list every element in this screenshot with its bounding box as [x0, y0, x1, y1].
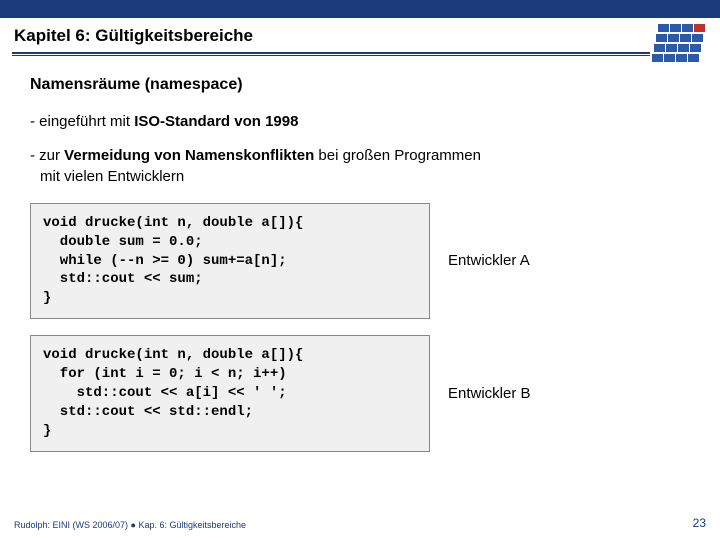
logo-cell [652, 54, 663, 62]
code-row-a: void drucke(int n, double a[]){ double s… [30, 203, 690, 319]
logo-cell [682, 24, 693, 32]
page-number: 23 [693, 516, 706, 530]
logo-cell [664, 54, 675, 62]
logo-cell [656, 34, 667, 42]
code-block-b: void drucke(int n, double a[]){ for (int… [30, 335, 430, 451]
section-heading: Namensräume (namespace) [30, 76, 690, 94]
footer-left-text: Rudolph: EINI (WS 2006/07) ● Kap. 6: Gül… [14, 520, 246, 530]
logo-cell [680, 34, 691, 42]
footer: Rudolph: EINI (WS 2006/07) ● Kap. 6: Gül… [14, 516, 706, 530]
logo-cell [676, 54, 687, 62]
content-area: Namensräume (namespace) - eingeführt mit… [30, 76, 690, 500]
logo-cell [666, 44, 677, 52]
bullet-2-rest-line1: bei großen Programmen [314, 147, 481, 164]
bullet-2-rest-line2: mit vielen Entwicklern [30, 167, 690, 187]
developer-label-a: Entwickler A [448, 252, 530, 269]
logo-cell [670, 24, 681, 32]
logo-cell [688, 54, 699, 62]
bullet-2-prefix: - zur [30, 147, 64, 164]
top-accent-bar [0, 0, 720, 18]
code-block-a: void drucke(int n, double a[]){ double s… [30, 203, 430, 319]
header: Kapitel 6: Gültigkeitsbereiche [0, 18, 720, 68]
logo-cell [678, 44, 689, 52]
university-logo-icon [650, 24, 708, 68]
bullet-1-prefix: - eingeführt mit [30, 113, 134, 130]
logo-cell [668, 34, 679, 42]
title-underline-thick [12, 52, 650, 54]
logo-cell [654, 44, 665, 52]
title-underline-thin [12, 55, 650, 56]
code-row-b: void drucke(int n, double a[]){ for (int… [30, 335, 690, 451]
chapter-title: Kapitel 6: Gültigkeitsbereiche [14, 26, 253, 46]
slide: Kapitel 6: Gültigkeitsbereiche Namensräu… [0, 0, 720, 540]
logo-cell [694, 24, 705, 32]
logo-cell [658, 24, 669, 32]
bullet-2: - zur Vermeidung von Namenskonflikten be… [30, 146, 690, 187]
logo-cell [690, 44, 701, 52]
bullet-1-bold: ISO-Standard von 1998 [134, 113, 298, 130]
developer-label-b: Entwickler B [448, 385, 531, 402]
logo-cell [692, 34, 703, 42]
bullet-1: - eingeführt mit ISO-Standard von 1998 [30, 112, 690, 132]
bullet-2-bold: Vermeidung von Namenskonflikten [64, 147, 314, 164]
